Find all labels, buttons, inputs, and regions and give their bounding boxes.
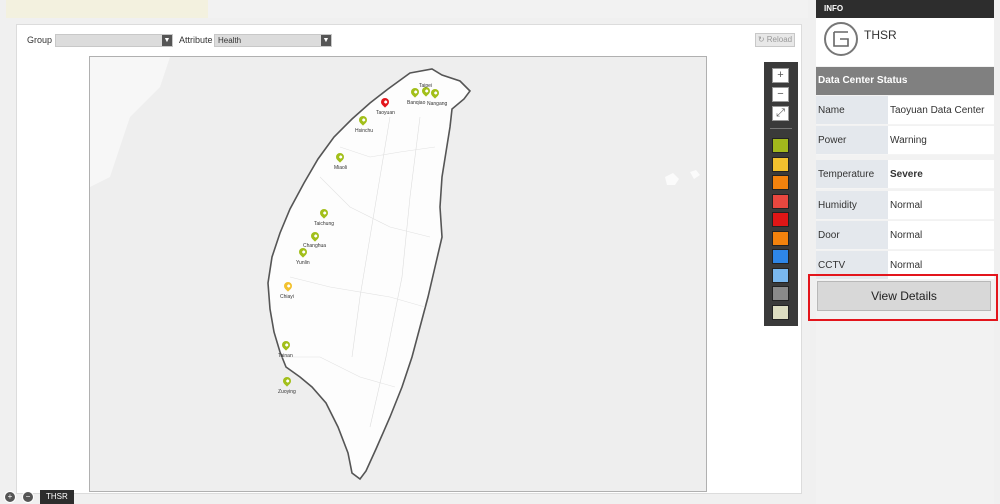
status-value: Taoyuan Data Center — [888, 96, 994, 125]
station-label-tainan: Tainan — [278, 353, 293, 359]
status-row-door: Door Normal — [816, 221, 994, 250]
status-value: Normal — [888, 221, 994, 250]
group-label: Group — [27, 35, 53, 45]
status-key: Humidity — [816, 191, 888, 220]
group-select[interactable]: ▼ — [55, 34, 173, 47]
chevron-down-icon: ▼ — [321, 35, 331, 46]
status-key: Name — [816, 96, 888, 125]
top-strip — [208, 0, 808, 18]
fullscreen-button[interactable]: ⤢ — [772, 106, 789, 121]
map-canvas[interactable]: Banqiao Taipei Nangang Taoyuan Hsinchu M… — [89, 56, 707, 492]
info-title: THSR — [864, 28, 897, 42]
legend-swatch[interactable] — [772, 212, 789, 227]
controls-divider — [770, 128, 792, 129]
info-logo-area: THSR — [816, 18, 994, 66]
legend-swatch[interactable] — [772, 267, 789, 283]
map-panel: Group ▼ Attribute Health ▼ ↻ Reload Banq… — [16, 24, 802, 494]
top-highlight-bar — [6, 0, 208, 18]
status-key: Power — [816, 126, 888, 155]
refresh-icon: ↻ — [757, 35, 765, 44]
station-label-miaoli: Miaoli — [334, 165, 348, 171]
plus-icon: + — [777, 69, 784, 81]
status-key: Temperature — [816, 160, 888, 189]
legend-swatch[interactable] — [772, 304, 789, 320]
station-label-taichung: Taichung — [314, 221, 335, 227]
station-label-chiayi: Chiayi — [280, 294, 294, 300]
chevron-down-icon: ▼ — [162, 35, 172, 46]
legend-swatch[interactable] — [772, 156, 789, 172]
attribute-select[interactable]: Health ▼ — [214, 34, 332, 47]
status-row-power: Power Warning — [816, 126, 994, 155]
legend-swatch[interactable] — [772, 286, 789, 301]
attribute-select-value: Health — [218, 36, 242, 45]
view-details-button[interactable]: View Details — [817, 281, 991, 311]
station-label-zuoying: Zuoying — [278, 389, 296, 395]
attribute-label: Attribute — [179, 35, 213, 45]
status-row-temperature: Temperature Severe — [816, 160, 994, 189]
section-title: Data Center Status — [816, 67, 994, 95]
station-label-nangang: Nangang — [427, 101, 448, 107]
thsr-logo-icon — [824, 22, 858, 56]
zoom-in-button[interactable]: + — [772, 68, 789, 83]
status-key: Door — [816, 221, 888, 250]
legend-swatch[interactable] — [772, 138, 789, 153]
legend-swatch[interactable] — [772, 175, 789, 190]
toolbar: Group ▼ Attribute Health ▼ ↻ Reload — [17, 25, 801, 55]
legend-swatch[interactable] — [772, 230, 789, 246]
station-label-taoyuan: Taoyuan — [376, 110, 395, 116]
zoom-out-circle-icon[interactable]: − — [22, 491, 34, 503]
reload-label: Reload — [766, 35, 793, 44]
tab-thsr[interactable]: THSR — [40, 490, 74, 504]
bottom-bar: + − THSR — [0, 490, 1000, 504]
status-value: Normal — [888, 191, 994, 220]
zoom-in-circle-icon[interactable]: + — [4, 491, 16, 503]
legend-swatch[interactable] — [772, 193, 789, 209]
map-controls: + − ⤢ — [764, 62, 798, 326]
minus-icon: − — [777, 88, 784, 100]
info-header: INFO — [816, 0, 994, 18]
station-label-hsinchu: Hsinchu — [355, 128, 374, 134]
zoom-out-button[interactable]: − — [772, 87, 789, 102]
status-row-name: Name Taoyuan Data Center — [816, 96, 994, 125]
status-row-humidity: Humidity Normal — [816, 191, 994, 220]
expand-icon: ⤢ — [776, 107, 785, 119]
status-value: Severe — [888, 160, 994, 189]
legend-swatch[interactable] — [772, 249, 789, 264]
info-panel: INFO THSR Data Center Status Name Taoyua… — [816, 0, 994, 504]
station-label-yunlin: Yunlin — [296, 260, 310, 266]
status-value: Warning — [888, 126, 994, 155]
reload-button[interactable]: ↻ Reload — [755, 33, 795, 47]
taiwan-map — [90, 57, 700, 481]
